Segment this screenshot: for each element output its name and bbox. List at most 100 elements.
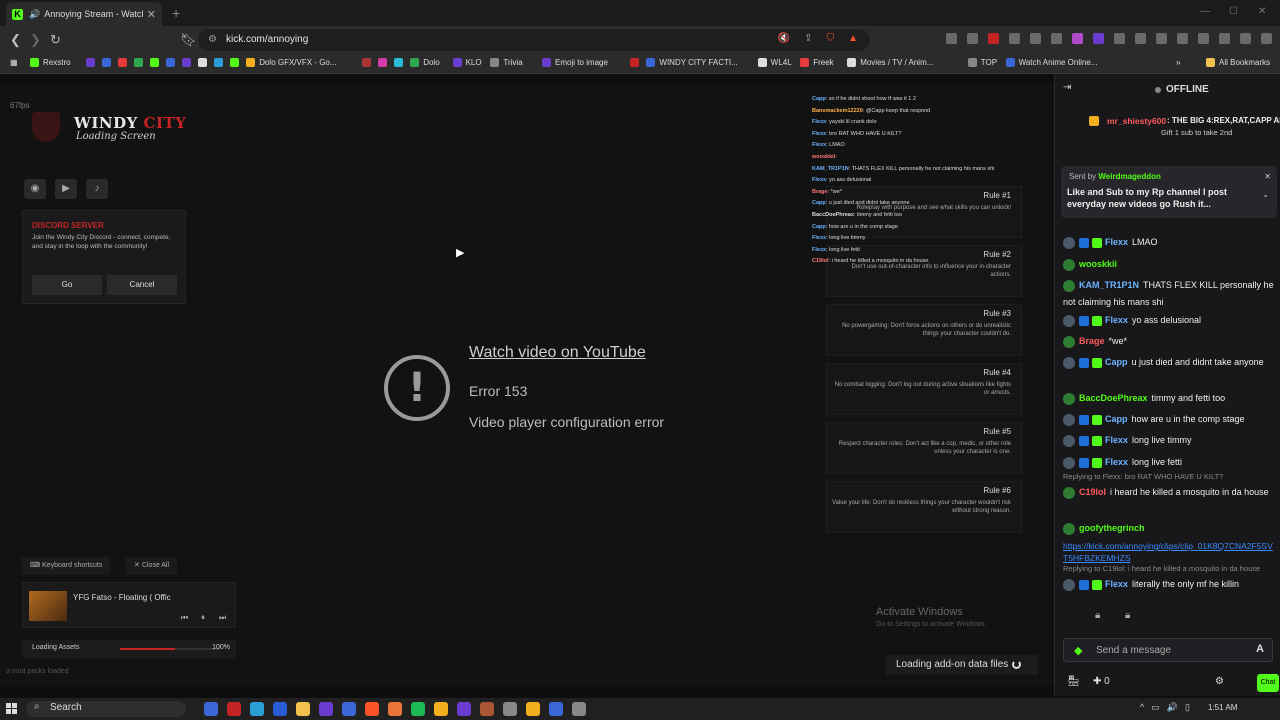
youtube-icon[interactable]: ▶ xyxy=(55,179,77,199)
extension-icon[interactable] xyxy=(946,33,957,44)
file-explorer-icon[interactable] xyxy=(296,702,310,716)
app-icon[interactable] xyxy=(549,702,563,716)
extension-icon[interactable] xyxy=(1051,33,1062,44)
extension-icon[interactable] xyxy=(1072,33,1083,44)
avatar[interactable] xyxy=(1063,486,1075,499)
volume-icon[interactable]: 🔊 xyxy=(1167,702,1178,713)
bookmark-item[interactable] xyxy=(630,58,640,67)
bookmark-item[interactable] xyxy=(150,58,160,67)
brave-shield-icon[interactable]: ⛉ xyxy=(827,33,835,44)
chat-message[interactable]: wooskkii xyxy=(1063,256,1277,273)
chat-message[interactable]: Flexx long live fetti xyxy=(1063,454,1277,471)
bookmark-item[interactable] xyxy=(214,58,224,67)
apps-grid-icon[interactable]: ▦ xyxy=(10,58,18,67)
obs-icon[interactable] xyxy=(572,702,586,716)
chat-message[interactable]: Flexx yo ass delusional xyxy=(1063,312,1277,329)
bookmark-item[interactable]: Dolo GFX/VFX - Go... xyxy=(246,58,337,67)
app-icon[interactable] xyxy=(480,702,494,716)
bookmark-item[interactable]: Freek xyxy=(800,58,834,67)
browser-tab[interactable]: K 🔊 Annoying Stream - Watch Live ✕ xyxy=(6,2,162,26)
all-bookmarks-folder[interactable]: All Bookmarks xyxy=(1206,58,1270,67)
brave-icon[interactable] xyxy=(365,702,379,716)
chat-message[interactable]: Flexx long live timmy xyxy=(1063,432,1277,449)
bookmark-item[interactable] xyxy=(134,58,144,67)
avatar[interactable] xyxy=(1063,356,1075,369)
site-info-icon[interactable]: ⚙ xyxy=(208,34,217,45)
bookmark-item[interactable] xyxy=(230,58,240,67)
previous-track-icon[interactable]: ⏮ xyxy=(181,613,188,623)
extension-icon[interactable] xyxy=(1009,33,1020,44)
url-field[interactable]: ⚙ kick.com/annoying 🔇 ⇪ ⛉ ▲ xyxy=(198,29,870,51)
extension-icon[interactable] xyxy=(1093,33,1104,44)
clip-link[interactable]: https://kick.com/annoying/clips/clip_01K… xyxy=(1063,540,1275,564)
app-icon[interactable] xyxy=(434,702,448,716)
chat-message[interactable]: Capp how are u in the comp stage xyxy=(1063,411,1277,428)
chat-username[interactable]: wooskkii xyxy=(1079,259,1117,269)
windows-start-icon[interactable] xyxy=(6,703,18,715)
reload-icon[interactable]: ↻ xyxy=(50,32,61,48)
extension-icon[interactable] xyxy=(1114,33,1125,44)
chat-message[interactable]: BaccDoePhreax timmy and fetti too xyxy=(1063,390,1277,407)
tiktok-icon[interactable]: ♪ xyxy=(86,179,108,199)
close-all-button[interactable]: ✕ Close All xyxy=(126,557,178,575)
network-icon[interactable]: ▭ xyxy=(1151,702,1160,713)
bookmark-item[interactable]: WL4L xyxy=(757,58,792,67)
muted-icon[interactable]: 🔇 xyxy=(778,33,790,44)
watch-on-youtube-link[interactable]: Watch video on YouTube xyxy=(469,344,646,362)
lock-icon[interactable]: 🔒︎ xyxy=(1125,610,1130,621)
bookmark-item[interactable]: Trivia xyxy=(490,58,523,67)
more-bookmarks-icon[interactable]: » xyxy=(1176,58,1180,67)
settings-gear-icon[interactable]: ⚙ xyxy=(1215,676,1224,687)
pinned-message[interactable]: Sent by Weirdmageddon Like and Sub to my… xyxy=(1061,166,1277,218)
chat-username[interactable]: Capp xyxy=(1105,357,1128,367)
store-icon[interactable]: 🏪︎ xyxy=(1067,676,1080,687)
bookmark-item[interactable]: TOP xyxy=(967,58,997,67)
chat-username[interactable]: Flexx xyxy=(1105,579,1128,589)
brave-rewards-icon[interactable]: ▲ xyxy=(848,33,858,44)
share-icon[interactable]: ⇪ xyxy=(804,33,812,44)
maximize-icon[interactable]: ☐ xyxy=(1229,6,1238,17)
chat-message-input[interactable]: ◆ Send a message A xyxy=(1063,638,1273,662)
battery-icon[interactable]: ▯ xyxy=(1185,702,1190,713)
chat-message[interactable]: Brage *we* xyxy=(1063,333,1277,350)
avatar[interactable] xyxy=(1063,314,1075,327)
chat-username[interactable]: BaccDoePhreax xyxy=(1079,393,1148,403)
menu-icon[interactable] xyxy=(1261,33,1272,44)
wallet-icon[interactable] xyxy=(1219,33,1230,44)
keyboard-shortcuts-button[interactable]: ⌨ Keyboard shortcuts xyxy=(22,557,111,575)
avatar[interactable] xyxy=(1063,392,1075,405)
bookmark-item[interactable]: KLO xyxy=(452,58,482,67)
unpin-icon[interactable]: ✕ xyxy=(1264,172,1271,181)
bookmark-item[interactable] xyxy=(394,58,404,67)
app-icon[interactable] xyxy=(204,702,218,716)
bookmark-item[interactable]: Movies / TV / Anim... xyxy=(847,58,933,67)
chat-message[interactable]: KAM_TR1P1N THATS FLEX KILL personally he … xyxy=(1063,277,1277,311)
bookmark-item[interactable] xyxy=(86,58,96,67)
extension-icon[interactable] xyxy=(967,33,978,44)
bookmark-item[interactable] xyxy=(118,58,128,67)
app-icon[interactable] xyxy=(342,702,356,716)
bookmark-item[interactable] xyxy=(378,58,388,67)
pause-icon[interactable]: ⏸ xyxy=(201,613,205,623)
bookmark-item[interactable] xyxy=(102,58,112,67)
chat-username[interactable]: Brage xyxy=(1079,336,1105,346)
taskbar-search[interactable]: ⌕ Search xyxy=(26,701,186,717)
bookmark-item[interactable] xyxy=(182,58,192,67)
new-tab-button[interactable]: + xyxy=(172,5,180,21)
avatar[interactable] xyxy=(1063,522,1075,535)
bookmark-item[interactable] xyxy=(198,58,208,67)
collapse-chat-icon[interactable]: ⇥ xyxy=(1063,82,1071,93)
lock-icon[interactable]: 🔒︎ xyxy=(1095,610,1100,621)
chat-username[interactable]: Flexx xyxy=(1105,457,1128,467)
bookmark-item[interactable]: Emoji to image xyxy=(542,58,608,67)
sidebar-icon[interactable] xyxy=(1198,33,1209,44)
close-window-icon[interactable]: ✕ xyxy=(1258,6,1266,17)
bookmark-item[interactable] xyxy=(166,58,176,67)
chat-username[interactable]: KAM_TR1P1N xyxy=(1079,280,1139,290)
app-icon[interactable] xyxy=(227,702,241,716)
chevron-up-icon[interactable]: ^ xyxy=(1140,702,1144,713)
back-icon[interactable]: ❮ xyxy=(10,32,21,48)
chat-message[interactable]: goofythegrinch xyxy=(1063,520,1277,537)
bookmark-item[interactable]: Dolo xyxy=(410,58,440,67)
forward-icon[interactable]: ❯ xyxy=(30,32,41,48)
